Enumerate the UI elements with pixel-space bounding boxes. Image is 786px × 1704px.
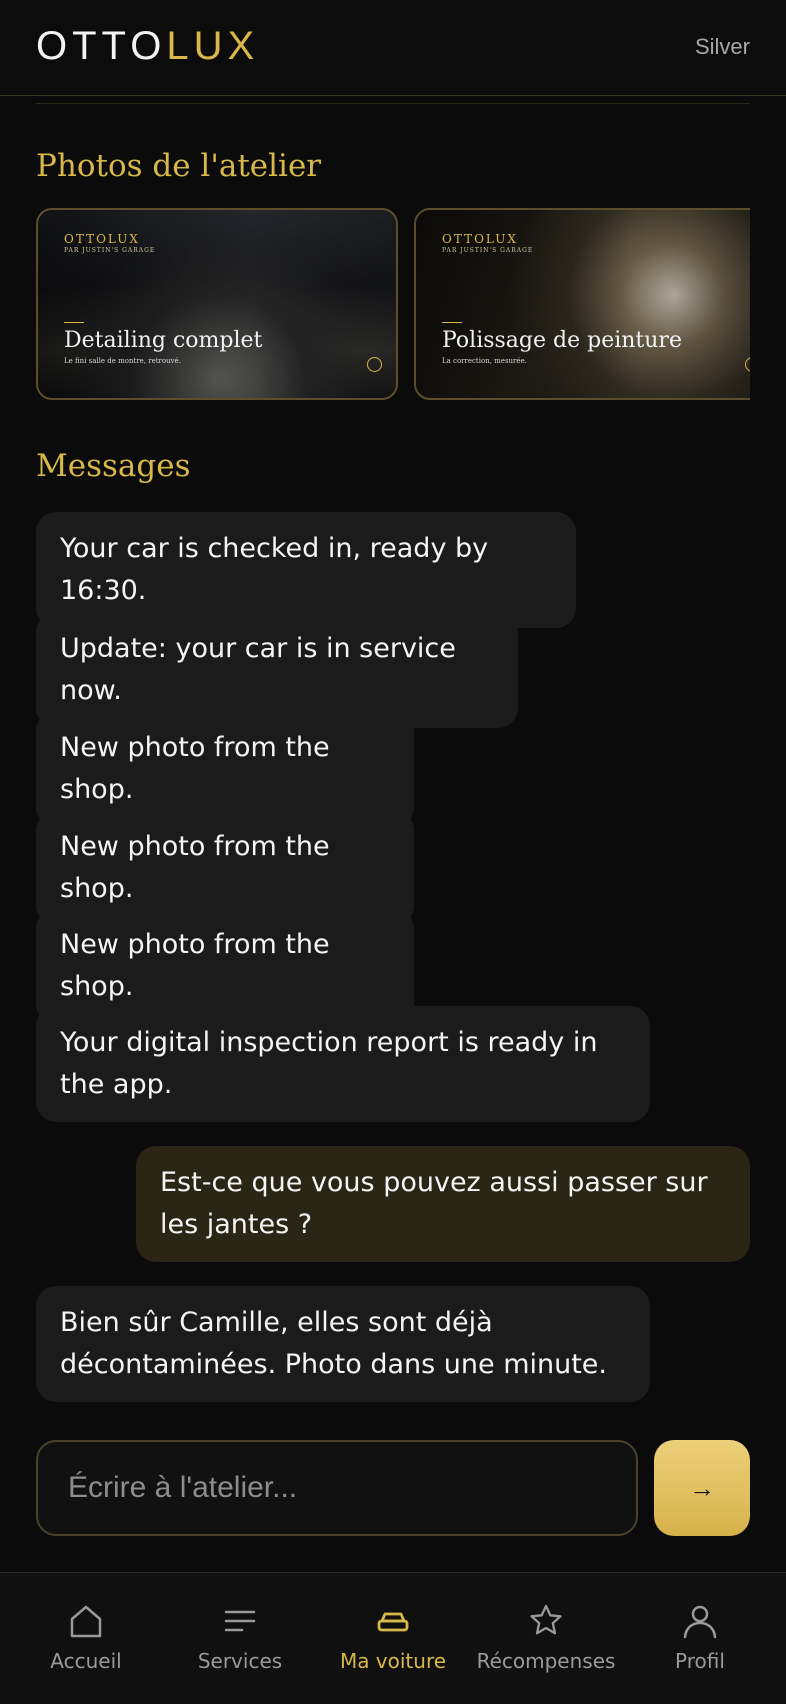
photo-caption: Le fini salle de montre, retrouvé. [64, 357, 181, 365]
message-bubble-outgoing: Est-ce que vous pouvez aussi passer sur … [136, 1146, 750, 1262]
nav-label: Accueil [50, 1649, 122, 1673]
photos-section-title: Photos de l'atelier [36, 148, 322, 184]
send-message-button[interactable]: → [654, 1440, 750, 1536]
photo-title: Detailing complet [64, 328, 263, 353]
photo-sub-brand: PAR JUSTIN'S GARAGE [442, 247, 534, 254]
arrow-right-icon: → [689, 1472, 715, 1503]
nav-item-services[interactable]: Services [163, 1601, 317, 1681]
nav-item-accueil[interactable]: Accueil [9, 1601, 163, 1681]
home-icon [70, 1605, 102, 1638]
nav-label: Services [197, 1649, 283, 1673]
photos-carousel[interactable]: OTTOLUX PAR JUSTIN'S GARAGE Detailing co… [36, 208, 750, 400]
message-input[interactable] [36, 1440, 638, 1536]
nav-label: Ma voiture [339, 1649, 447, 1673]
bottom-navigation: Accueil Services Ma voiture Récompenses … [0, 1572, 786, 1704]
photo-brand: OTTOLUX [64, 232, 140, 246]
photo-sub-brand: PAR JUSTIN'S GARAGE [64, 247, 156, 254]
ottolux-logo[interactable]: OTTOLUX [36, 22, 259, 70]
message-bubble-incoming: Your digital inspection report is ready … [36, 1006, 650, 1122]
logo-part-lux: LUX [166, 24, 260, 68]
photo-caption: La correction, mesurée. [442, 357, 527, 365]
messages-section-title: Messages [36, 448, 191, 484]
message-bubble-incoming: Bien sûr Camille, elles sont déjà décont… [36, 1286, 650, 1402]
photo-brand: OTTOLUX [442, 232, 518, 246]
user-icon [683, 1605, 717, 1639]
app-header: OTTOLUX Silver [0, 0, 786, 96]
photo-card-detailing[interactable]: OTTOLUX PAR JUSTIN'S GARAGE Detailing co… [36, 208, 398, 400]
nav-item-ma-voiture[interactable]: Ma voiture [316, 1601, 470, 1681]
list-icon [224, 1610, 256, 1632]
photo-divider [442, 322, 462, 323]
message-bubble-incoming: Your car is checked in, ready by 16:30. [36, 512, 576, 628]
nav-item-profil[interactable]: Profil [623, 1601, 777, 1681]
photo-divider [64, 322, 84, 323]
photo-title: Polissage de peinture [442, 328, 682, 353]
membership-tier-badge[interactable]: Silver [695, 34, 750, 60]
photo-card-polissage[interactable]: OTTOLUX PAR JUSTIN'S GARAGE Polissage de… [414, 208, 750, 400]
nav-item-recompenses[interactable]: Récompenses [469, 1601, 623, 1681]
star-icon [530, 1604, 562, 1635]
nav-label: Récompenses [476, 1649, 616, 1673]
car-icon [377, 1612, 409, 1632]
photo-indicator-dot [367, 357, 382, 372]
nav-label: Profil [675, 1649, 725, 1673]
logo-part-otto: OTTO [36, 24, 167, 68]
header-divider [36, 96, 750, 104]
